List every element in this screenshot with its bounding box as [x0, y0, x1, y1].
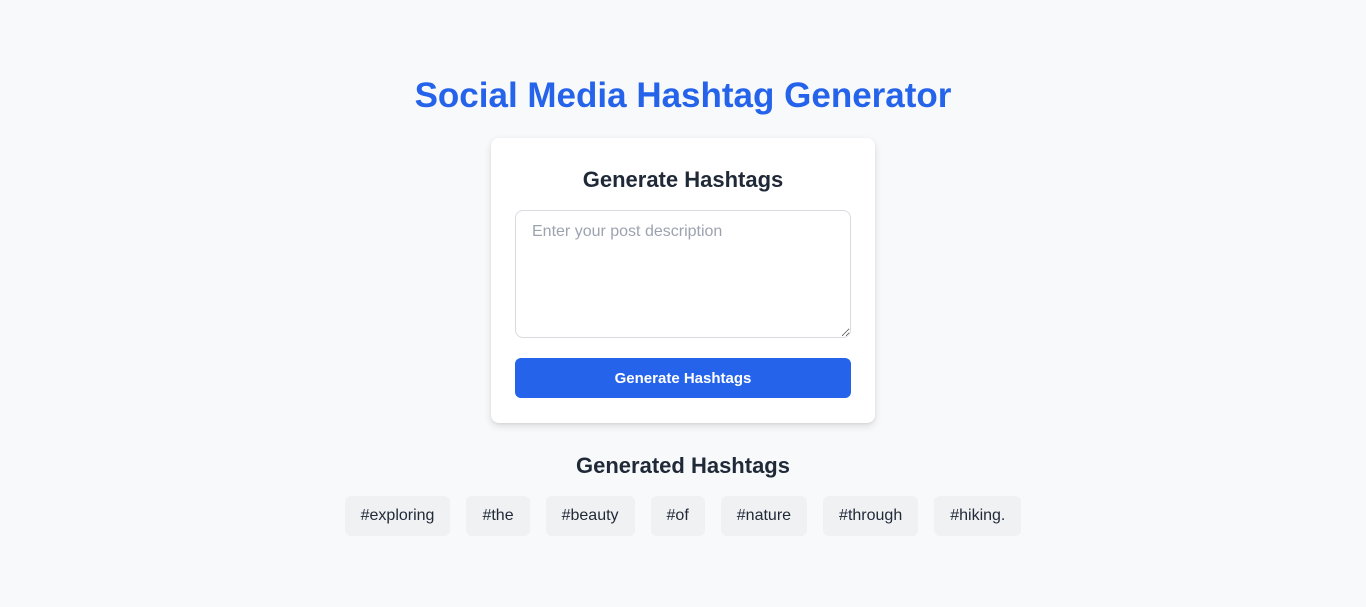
results-title: Generated Hashtags: [576, 453, 790, 478]
hashtag-chip[interactable]: #exploring: [344, 496, 451, 536]
hashtag-chip[interactable]: #beauty: [545, 496, 635, 536]
post-description-input[interactable]: [515, 210, 851, 338]
page: Social Media Hashtag Generator Generate …: [0, 0, 1366, 607]
page-title: Social Media Hashtag Generator: [414, 76, 952, 115]
hashtag-list: #exploring #the #beauty #of #nature #thr…: [344, 496, 1022, 536]
hashtag-chip[interactable]: #the: [466, 496, 530, 536]
generator-card: Generate Hashtags Generate Hashtags: [491, 138, 875, 423]
hashtag-chip[interactable]: #nature: [720, 496, 808, 536]
hashtag-chip[interactable]: #hiking.: [934, 496, 1022, 536]
hashtag-chip[interactable]: #of: [650, 496, 705, 536]
generate-hashtags-button[interactable]: Generate Hashtags: [515, 358, 851, 398]
hashtag-chip[interactable]: #through: [823, 496, 919, 536]
card-title: Generate Hashtags: [582, 167, 784, 192]
